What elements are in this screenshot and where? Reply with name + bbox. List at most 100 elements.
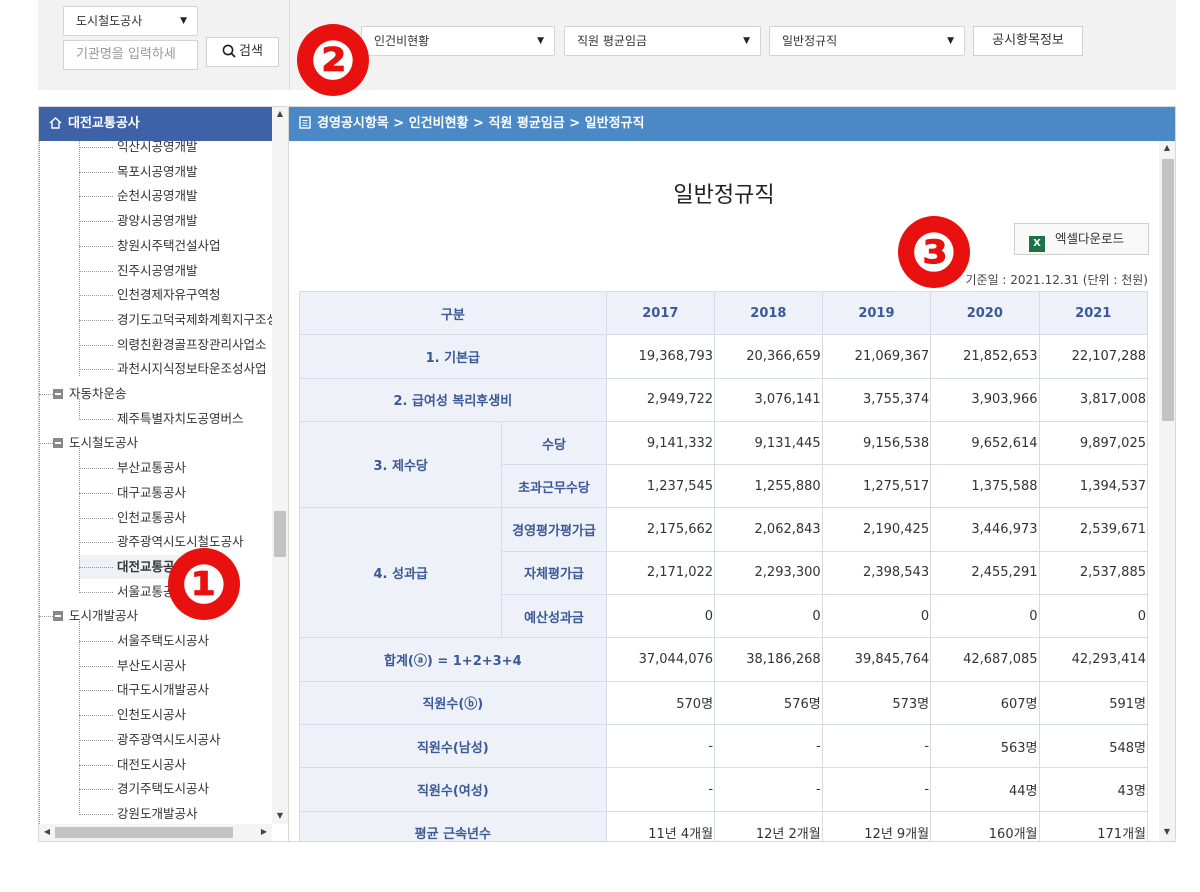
scroll-up-icon[interactable]: ▲ (1159, 143, 1175, 152)
tree-item-label: 자동차운송 (69, 386, 127, 401)
table-cell: 20,366,659 (714, 334, 823, 379)
table-cell: 9,131,445 (714, 420, 823, 466)
tree-item[interactable]: 부산교통공사 (79, 456, 186, 480)
row-header: 평균 근속년수 (299, 810, 607, 841)
collapse-icon[interactable] (53, 611, 63, 622)
filter-select-3-value: 일반정규직 (782, 34, 838, 48)
row-subheader: 예산성과금 (501, 594, 607, 639)
tree-item[interactable]: 인천교통공사 (79, 506, 186, 530)
table-cell: 591명 (1038, 680, 1149, 725)
table-row: 3. 제수당 수당 9,141,332 9,131,445 9,156,538 9,652… (298, 420, 1149, 509)
tree-item[interactable]: 부산도시공사 (79, 654, 186, 678)
chevron-down-icon: ▼ (743, 36, 750, 46)
column-header: 2017 (605, 290, 716, 336)
tree-item[interactable]: 익산시공영개발 (79, 141, 198, 159)
tree-item[interactable]: 인천도시공사 (79, 703, 186, 727)
tree-item-label: 목포시공영개발 (117, 163, 198, 179)
table-cell: 9,897,025 (1038, 420, 1149, 466)
excel-icon: X (1029, 236, 1045, 252)
category-select[interactable]: 도시철도공사 ▼ (63, 6, 198, 36)
table-row: 2. 급여성 복리후생비 2,949,722 3,076,141 3,755,374 3… (299, 377, 1149, 422)
org-search-input[interactable]: 기관명을 입력하세 (63, 40, 198, 70)
table-cell: 3,817,008 (1038, 377, 1149, 422)
content-vertical-scrollbar[interactable]: ▲ ▼ (1159, 141, 1175, 841)
tree-item-label: 광주광역시도시공사 (117, 731, 221, 747)
tree-horizontal-scrollbar[interactable]: ◀ ▶ (39, 824, 272, 841)
table-cell: 576명 (714, 680, 823, 725)
disclosure-info-button[interactable]: 공시항목정보 (973, 26, 1083, 56)
tree-item[interactable]: 광양시공영개발 (79, 209, 198, 233)
scrollbar-thumb[interactable] (55, 827, 233, 838)
scroll-down-icon[interactable]: ▼ (1159, 827, 1175, 836)
filter-select-2-value: 직원 평균임금 (577, 34, 648, 48)
table-row: 직원수(ⓑ) 570명 576명 573명 607명 591명 (299, 680, 1149, 725)
filter-select-2[interactable]: 직원 평균임금 ▼ (564, 26, 761, 56)
tree-item[interactable]: 창원시주택건설사업 (79, 234, 221, 258)
tree-item-label: 과천시지식정보타운조성사업 (117, 361, 267, 377)
top-filter-bar: 도시철도공사 ▼ 기관명을 입력하세 검색 인건비현황 ▼ 직원 평균임금 ▼ … (38, 0, 1176, 90)
excel-download-button[interactable]: X 엑셀다운로드 (1014, 223, 1149, 255)
table-cell: 12년 2개월 (714, 810, 823, 841)
row-header: 합계(ⓐ) = 1+2+3+4 (299, 637, 607, 682)
tree-item[interactable]: 과천시지식정보타운조성사업 (79, 357, 267, 381)
marker-badge-3: ❸ (898, 216, 970, 288)
table-cell: 11년 4개월 (605, 810, 716, 841)
tree-item[interactable]: 의령친환경골프장관리사업소 (79, 333, 267, 357)
column-header: 2018 (714, 290, 823, 336)
scrollbar-thumb[interactable] (274, 511, 286, 557)
table-cell: 3,755,374 (821, 377, 932, 422)
tree-item[interactable]: 광주광역시도시공사 (79, 728, 221, 752)
divider (289, 0, 290, 90)
tree-item[interactable]: 순천시공영개발 (79, 184, 198, 208)
org-search-placeholder: 기관명을 입력하세 (76, 47, 176, 62)
tree-item[interactable]: 제주특별자치도공영버스 (79, 407, 244, 431)
tree-item[interactable]: 경기주택도시공사 (79, 777, 209, 801)
column-header: 2019 (821, 290, 932, 336)
breadcrumb: 경영공시항목 > 인건비현황 > 직원 평균임금 > 일반정규직 (289, 107, 1175, 141)
tree-group[interactable]: 도시개발공사 (39, 604, 138, 628)
table-cell: 1,237,545 (605, 464, 716, 509)
tree-item[interactable]: 대구도시개발공사 (79, 678, 209, 702)
tree-item-label: 제주특별자치도공영버스 (117, 410, 244, 426)
tree-group[interactable]: 도시철도공사 (39, 431, 138, 455)
table-cell: 2,190,425 (821, 507, 932, 552)
tree-item-label: 창원시주택건설사업 (117, 237, 221, 253)
tree-item[interactable]: 목포시공영개발 (79, 160, 198, 184)
search-button[interactable]: 검색 (206, 37, 279, 67)
scrollbar-thumb[interactable] (1162, 159, 1174, 421)
tree-header: 대전교통공사 (39, 107, 272, 141)
table-cell: 19,368,793 (605, 334, 716, 379)
tree-item[interactable]: 진주시공영개발 (79, 259, 198, 283)
table-cell: 2,455,291 (930, 550, 1040, 596)
scroll-right-icon[interactable]: ▶ (256, 827, 272, 836)
content-panel: 경영공시항목 > 인건비현황 > 직원 평균임금 > 일반정규직 일반정규직 X… (289, 106, 1176, 842)
table-cell: 548명 (1038, 723, 1149, 769)
tree-item[interactable]: 경기도고덕국제화계획지구조성사 (79, 308, 272, 332)
tree-vertical-scrollbar[interactable]: ▲ ▼ (272, 107, 288, 824)
table-row: 직원수(남성) - - -563명 548명 (299, 723, 1149, 769)
filter-select-1[interactable]: 인건비현황 ▼ (361, 26, 555, 56)
scroll-left-icon[interactable]: ◀ (39, 827, 55, 836)
row-header: 3. 제수당 (298, 420, 503, 509)
tree-item[interactable]: 인천경제자유구역청 (79, 283, 221, 307)
tree-item[interactable]: 대전도시공사 (79, 753, 186, 777)
table-cell: 39,845,764 (821, 637, 932, 682)
table-cell: 42,687,085 (930, 637, 1040, 682)
breadcrumb-text: 경영공시항목 > 인건비현황 > 직원 평균임금 > 일반정규직 (317, 116, 645, 131)
tree-item-label: 부산도시공사 (117, 657, 187, 673)
scroll-up-icon[interactable]: ▲ (272, 109, 288, 118)
tree-group[interactable]: 자동차운송 (39, 382, 127, 406)
tree-item[interactable]: 서울주택도시공사 (79, 629, 209, 653)
tree-item[interactable]: 강원도개발공사 (79, 802, 198, 824)
filter-select-3[interactable]: 일반정규직 ▼ (769, 26, 965, 56)
scroll-down-icon[interactable]: ▼ (272, 811, 288, 820)
table-cell: 1,394,537 (1038, 464, 1149, 509)
collapse-icon[interactable] (53, 389, 63, 399)
tree-item[interactable]: 대구교통공사 (79, 481, 186, 505)
table-cell: - (605, 723, 716, 769)
row-header: 직원수(남성) (299, 723, 607, 769)
collapse-icon[interactable] (53, 438, 63, 449)
row-header: 1. 기본급 (299, 334, 607, 379)
table-row: 평균 근속년수 11년 4개월 12년 2개월 12년 9개월 160개월 171개월 (299, 810, 1149, 841)
search-icon (222, 44, 236, 58)
